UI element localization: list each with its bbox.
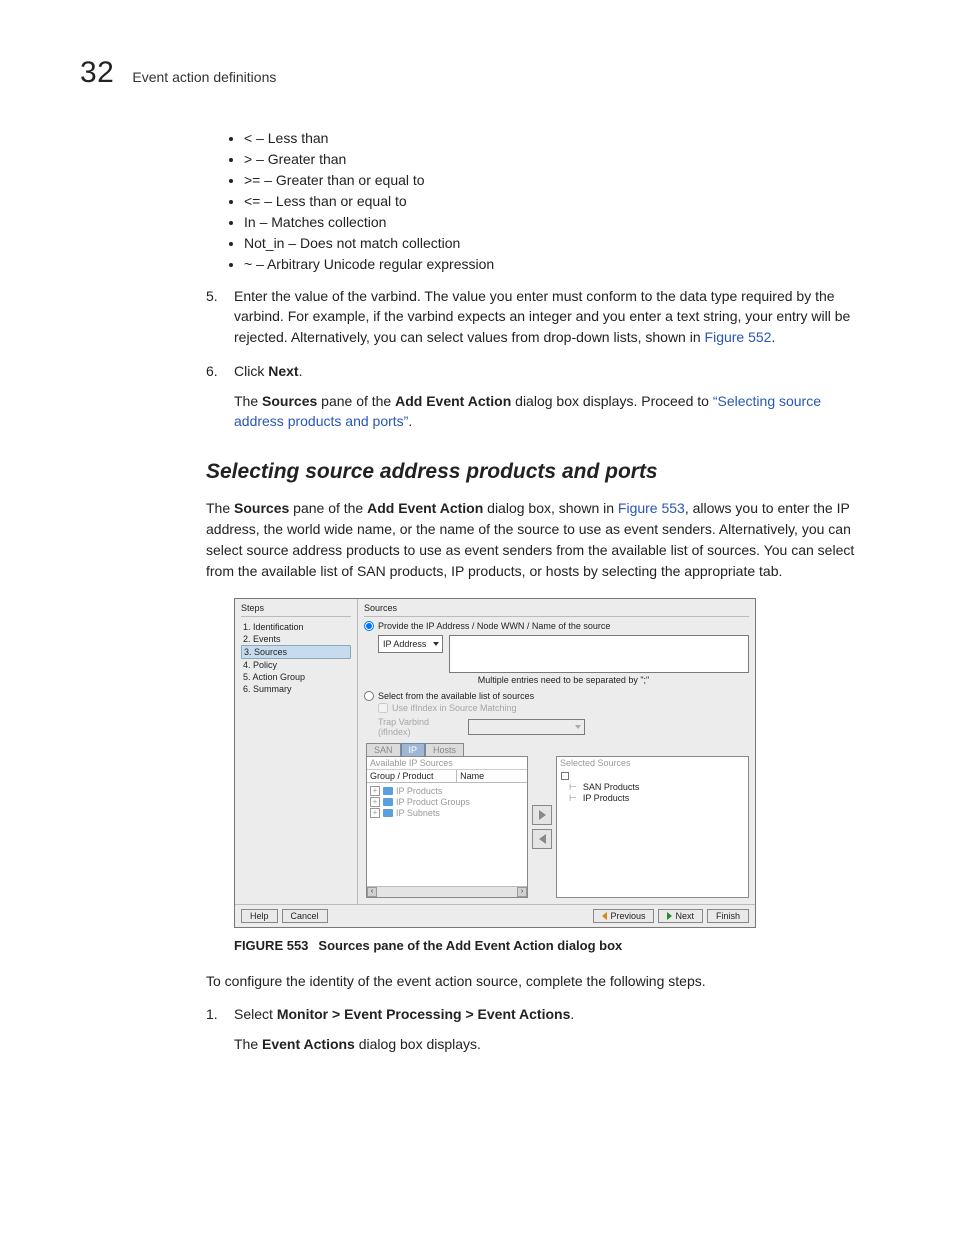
col-name: Name <box>457 770 527 782</box>
sources-header: Sources <box>364 603 749 617</box>
chevron-down-icon <box>433 642 439 646</box>
provide-address-radio[interactable] <box>364 621 374 631</box>
op-item: ~ – Arbitrary Unicode regular expression <box>244 256 874 272</box>
move-right-button[interactable] <box>532 805 552 825</box>
tree-node[interactable]: +IP Products <box>370 786 524 796</box>
wizard-steps-pane: Steps 1. Identification 2. Events 3. Sou… <box>235 599 358 904</box>
address-input[interactable] <box>449 635 749 673</box>
figure-text: Sources pane of the Add Event Action dia… <box>318 938 622 953</box>
folder-icon <box>383 787 393 795</box>
multi-entry-hint: Multiple entries need to be separated by… <box>378 675 749 685</box>
trap-varbind-label: Trap Varbind (ifIndex) <box>378 717 464 737</box>
scroll-left-icon[interactable]: ‹ <box>367 887 377 897</box>
ifindex-checkbox <box>378 703 388 713</box>
wizard-step-selected[interactable]: 3. Sources <box>241 645 351 659</box>
wizard-step[interactable]: 5. Action Group <box>241 671 351 683</box>
op-item: < – Less than <box>244 130 874 146</box>
tab-san[interactable]: SAN <box>366 743 401 756</box>
tree-node[interactable]: +IP Product Groups <box>370 797 524 807</box>
available-sources-panel: Available IP Sources Group / Product Nam… <box>366 756 528 898</box>
provide-address-label: Provide the IP Address / Node WWN / Name… <box>378 621 610 631</box>
wizard-step[interactable]: 6. Summary <box>241 683 351 695</box>
select-from-list-label: Select from the available list of source… <box>378 691 534 701</box>
expand-icon[interactable]: + <box>370 797 380 807</box>
folder-icon <box>383 809 393 817</box>
move-left-button[interactable] <box>532 829 552 849</box>
address-type-combo[interactable]: IP Address <box>378 635 443 653</box>
op-item: <= – Less than or equal to <box>244 193 874 209</box>
triangle-right-icon <box>667 912 672 920</box>
section-heading: Selecting source address products and po… <box>206 460 874 484</box>
scroll-right-icon[interactable]: › <box>517 887 527 897</box>
tree-node[interactable]: +IP Subnets <box>370 808 524 818</box>
source-tabs: SAN IP Hosts <box>366 743 749 756</box>
tab-hosts[interactable]: Hosts <box>425 743 464 756</box>
figure-number: FIGURE 553 <box>234 938 308 953</box>
wizard-step[interactable]: 4. Policy <box>241 659 351 671</box>
step-5: Enter the value of the varbind. The valu… <box>206 286 874 347</box>
ifindex-label: Use ifIndex in Source Matching <box>392 703 517 713</box>
figure-caption: FIGURE 553 Sources pane of the Add Event … <box>234 938 874 953</box>
menu-path: Monitor > Event Processing > Event Actio… <box>277 1006 571 1022</box>
tree-node[interactable]: ⊢SAN Products <box>569 782 744 793</box>
next-button[interactable]: Next <box>658 909 703 923</box>
step-6: Click Next. The Sources pane of the Add … <box>206 361 874 432</box>
trap-varbind-combo <box>468 719 585 735</box>
wizard-step[interactable]: 1. Identification <box>241 621 351 633</box>
tree-handle-icon[interactable] <box>561 772 569 780</box>
chevron-down-icon <box>575 725 581 729</box>
chapter-number: 32 <box>80 56 114 90</box>
wizard-step[interactable]: 2. Events <box>241 633 351 645</box>
triangle-right-icon <box>539 810 546 820</box>
available-header: Available IP Sources <box>367 757 527 770</box>
op-item: > – Greater than <box>244 151 874 167</box>
op-item: >= – Greater than or equal to <box>244 172 874 188</box>
chapter-title: Event action definitions <box>132 69 276 85</box>
operator-list: < – Less than > – Greater than >= – Grea… <box>206 130 874 272</box>
previous-button[interactable]: Previous <box>593 909 654 923</box>
expand-icon[interactable]: + <box>370 786 380 796</box>
add-event-action-dialog: Steps 1. Identification 2. Events 3. Sou… <box>234 598 756 928</box>
op-item: In – Matches collection <box>244 214 874 230</box>
section-intro: The Sources pane of the Add Event Action… <box>206 498 874 582</box>
folder-icon <box>383 798 393 806</box>
triangle-left-icon <box>539 834 546 844</box>
tab-ip[interactable]: IP <box>401 743 426 756</box>
select-from-list-radio[interactable] <box>364 691 374 701</box>
tree-node[interactable]: ⊢IP Products <box>569 793 744 804</box>
horizontal-scrollbar[interactable]: ‹ › <box>367 886 527 897</box>
help-button[interactable]: Help <box>241 909 278 923</box>
col-group: Group / Product <box>367 770 457 782</box>
steps-header: Steps <box>241 603 351 617</box>
op-item: Not_in – Does not match collection <box>244 235 874 251</box>
cancel-button[interactable]: Cancel <box>282 909 328 923</box>
figure-552-link[interactable]: Figure 552 <box>705 329 772 345</box>
figure-553-link[interactable]: Figure 553 <box>618 500 685 516</box>
expand-icon[interactable]: + <box>370 808 380 818</box>
selected-sources-panel: Selected Sources ⊢SAN Products ⊢IP Produ… <box>556 756 749 898</box>
triangle-left-icon <box>602 912 607 920</box>
next-label: Next <box>268 363 298 379</box>
config-step-1: Select Monitor > Event Processing > Even… <box>206 1004 874 1055</box>
finish-button[interactable]: Finish <box>707 909 749 923</box>
sources-pane: Sources Provide the IP Address / Node WW… <box>358 599 755 904</box>
selected-header: Selected Sources <box>557 757 748 770</box>
after-figure-text: To configure the identity of the event a… <box>206 971 874 992</box>
running-header: 32 Event action definitions <box>80 56 874 90</box>
